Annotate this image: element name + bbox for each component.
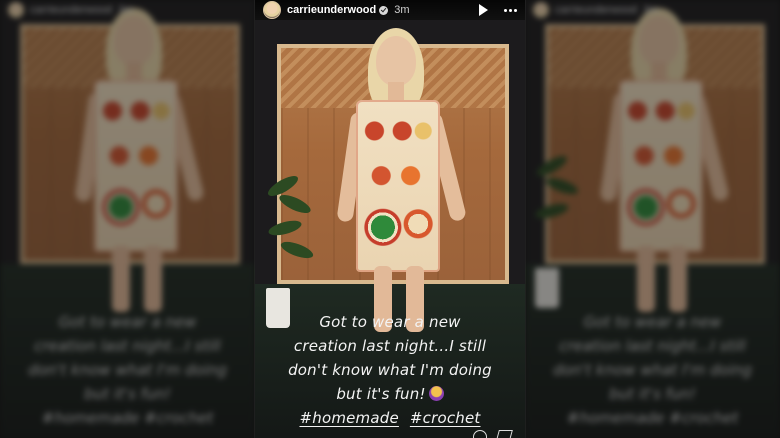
- avatar: [8, 2, 24, 18]
- more-options-icon[interactable]: [504, 8, 517, 12]
- blurred-background-left: carrieunderwood 3m Got to wear a new cre…: [0, 0, 255, 438]
- caption-line: but it's fun!: [84, 385, 171, 403]
- story-viewer: carrieunderwood 3m Got to wear a new cre…: [0, 0, 780, 438]
- caption-line: don't know what I'm doing: [553, 361, 752, 379]
- caption-text: but it's fun!: [336, 385, 426, 403]
- timestamp: 3m: [394, 4, 410, 16]
- avatar: [533, 2, 549, 18]
- crochet-dress: [618, 80, 703, 252]
- person: [336, 28, 468, 332]
- plant: [265, 170, 315, 290]
- story-header: carrieunderwood 3m: [255, 0, 525, 20]
- caption-line: creation last night...I still: [34, 337, 221, 355]
- hashtag-crochet[interactable]: #crochet: [410, 409, 481, 427]
- crochet-dress: [93, 80, 178, 252]
- hashtag-row: #homemade #crochet: [265, 406, 515, 430]
- person-shrugging-emoji-icon: [428, 386, 444, 401]
- caption-line: creation last night...I still: [559, 337, 746, 355]
- crochet-dress: [356, 100, 440, 272]
- profile-avatar[interactable]: [263, 1, 281, 19]
- side-caption-right: Got to wear a new creation last night...…: [525, 310, 780, 430]
- hashtag-homemade[interactable]: #homemade: [299, 409, 398, 427]
- side-timestamp: 3m: [117, 4, 134, 16]
- side-username: carrieunderwood: [30, 4, 112, 16]
- story-caption: Got to wear a new creation last night...…: [255, 310, 525, 430]
- caption-line: #homemade #crochet: [41, 409, 214, 427]
- play-icon[interactable]: [479, 4, 488, 16]
- story-actions: [470, 427, 513, 438]
- plant: [534, 150, 581, 270]
- caption-line-with-emoji: but it's fun!: [265, 382, 515, 406]
- caption-line: but it's fun!: [609, 385, 696, 403]
- verified-badge-icon: [379, 5, 389, 15]
- username[interactable]: carrieunderwood: [287, 4, 376, 16]
- person: [598, 8, 730, 312]
- story-card[interactable]: carrieunderwood 3m Got to wear a new cre…: [255, 0, 525, 438]
- person: [73, 8, 205, 312]
- caption-line: Got to wear a new: [58, 313, 197, 331]
- side-caption-left: Got to wear a new creation last night...…: [0, 310, 255, 430]
- side-header-right: carrieunderwood 3m: [533, 2, 658, 18]
- send-icon[interactable]: [495, 430, 513, 438]
- blurred-background-right: carrieunderwood 3m Got to wear a new cre…: [525, 0, 780, 438]
- caption-line: creation last night...I still: [293, 337, 487, 355]
- caption-line: don't know what I'm doing: [288, 361, 492, 379]
- caption-line: Got to wear a new: [583, 313, 722, 331]
- side-username: carrieunderwood: [555, 4, 637, 16]
- plant-pot: [535, 268, 560, 308]
- caption-line: #homemade #crochet: [566, 409, 739, 427]
- caption-line: Got to wear a new: [319, 313, 461, 331]
- caption-line: don't know what I'm doing: [28, 361, 227, 379]
- side-header-left: carrieunderwood 3m: [8, 2, 133, 18]
- side-timestamp: 3m: [642, 4, 659, 16]
